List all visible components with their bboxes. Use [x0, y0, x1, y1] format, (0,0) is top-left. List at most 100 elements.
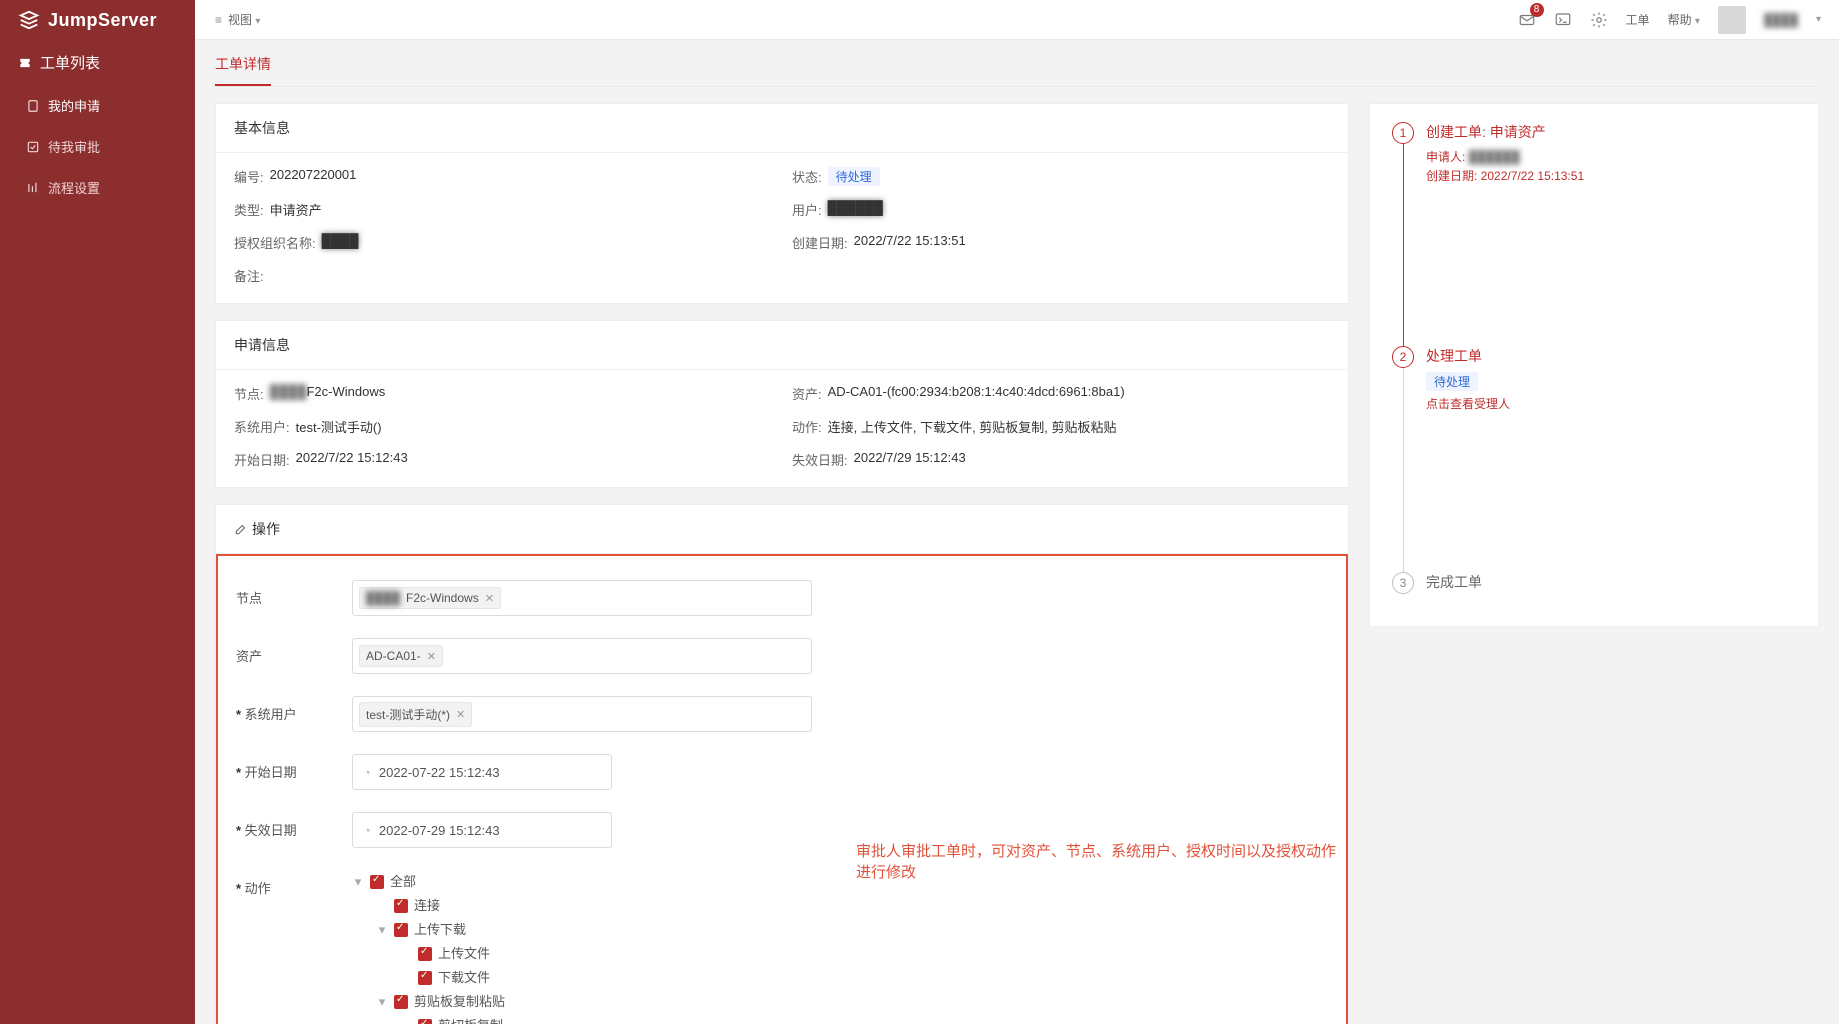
action-tree: ▾全部 连接 ▾上传下载 上传文件 下载文件 — [352, 870, 812, 1024]
expire-date-input[interactable]: ◔ 2022-07-29 15:12:43 — [352, 812, 612, 848]
value-asset: AD-CA01-(fc00:2934:b208:1:4c40:4dcd:6961… — [828, 384, 1125, 403]
label-node: 节点: — [234, 384, 264, 403]
form-label-asset: 资产 — [236, 638, 352, 665]
timeline-connector — [1403, 368, 1404, 574]
step-marker: 2 — [1392, 346, 1414, 368]
step-title: 创建工单: 申请资产 — [1426, 122, 1584, 142]
sidebar-item-label: 我的申请 — [48, 96, 100, 115]
view-switch[interactable]: 视图 ▾ — [228, 11, 260, 28]
tree-label-updown: 上传下载 — [414, 918, 466, 942]
caret-icon[interactable]: ▾ — [352, 870, 364, 894]
label-expire: 失效日期: — [792, 450, 848, 469]
sidebar: JumpServer 工单列表 我的申请 待我审批 流程设置 — [0, 0, 195, 1024]
webterminal-icon[interactable] — [1554, 11, 1572, 29]
panel-title: 基本信息 — [216, 104, 1348, 153]
sidebar-item-pending-approve[interactable]: 待我审批 — [0, 126, 195, 167]
checkbox-all[interactable] — [370, 875, 384, 889]
mail-icon[interactable]: 8 — [1518, 11, 1536, 29]
value-expire: 2022/7/29 15:12:43 — [854, 450, 966, 469]
caret-icon[interactable]: ▾ — [376, 990, 388, 1014]
tab-ticket-detail[interactable]: 工单详情 — [215, 54, 271, 86]
value-org: ████ — [322, 233, 359, 252]
mail-badge: 8 — [1530, 3, 1544, 17]
form-label-node: 节点 — [236, 580, 352, 607]
form-label-expire: 失效日期 — [236, 812, 352, 839]
chevron-down-icon: ▾ — [1695, 16, 1700, 27]
asset-select[interactable]: AD-CA01-✕ — [352, 638, 812, 674]
topbar-ticket-link[interactable]: 工单 — [1626, 11, 1650, 28]
caret-icon[interactable]: ▾ — [376, 918, 388, 942]
gear-icon[interactable] — [1590, 11, 1608, 29]
panel-title: 申请信息 — [216, 321, 1348, 370]
form-label-action: 动作 — [236, 870, 352, 897]
checkbox-download[interactable] — [418, 971, 432, 985]
timeline-step-3: 3 完成工单 — [1392, 572, 1796, 598]
node-select[interactable]: ████F2c-Windows✕ — [352, 580, 812, 616]
chip-node: ████F2c-Windows✕ — [359, 587, 501, 609]
timeline-step-1: 1 创建工单: 申请资产 申请人: ██████ 创建日期: 2022/7/22… — [1392, 122, 1796, 346]
label-org: 授权组织名称: — [234, 233, 316, 252]
tree-label-connect: 连接 — [414, 894, 440, 918]
sidebar-section-header: 工单列表 — [0, 40, 195, 85]
topbar: ≡ 视图 ▾ 8 工单 帮助 ▾ ████ ▾ — [195, 0, 1839, 40]
brand-text: JumpServer — [48, 10, 157, 31]
start-date-value: 2022-07-22 15:12:43 — [379, 765, 500, 780]
label-action: 动作: — [792, 417, 822, 436]
value-status: 待处理 — [828, 167, 880, 186]
sidebar-item-flow-settings[interactable]: 流程设置 — [0, 167, 195, 208]
value-number: 202207220001 — [270, 167, 357, 186]
tree-label-all: 全部 — [390, 870, 416, 894]
step-status-tag: 待处理 — [1426, 372, 1478, 391]
sysuser-select[interactable]: test-测试手动(*)✕ — [352, 696, 812, 732]
ops-highlight-box: 节点 ████F2c-Windows✕ 资产 AD-CA01-✕ 系统用户 te… — [216, 554, 1348, 1024]
sidebar-item-label: 待我审批 — [48, 137, 100, 156]
clock-icon: ◔ — [363, 823, 371, 838]
value-node: ████F2c-Windows — [270, 384, 386, 403]
topbar-help[interactable]: 帮助 ▾ — [1668, 11, 1700, 28]
value-sysuser: test-测试手动() — [296, 417, 382, 436]
checkbox-clip[interactable] — [394, 995, 408, 1009]
checkbox-upload[interactable] — [418, 947, 432, 961]
tree-label-clip-copy: 剪切板复制 — [438, 1014, 503, 1024]
panel-ops: 操作 节点 ████F2c-Windows✕ 资产 AD-CA01-✕ — [215, 504, 1349, 1024]
chip-remove-icon[interactable]: ✕ — [485, 592, 494, 605]
ticket-icon — [18, 56, 32, 70]
label-number: 编号: — [234, 167, 264, 186]
value-created: 2022/7/22 15:13:51 — [854, 233, 966, 252]
username[interactable]: ████ — [1764, 13, 1798, 27]
step-created: 创建日期: 2022/7/22 15:13:51 — [1426, 167, 1584, 184]
step-marker: 1 — [1392, 122, 1414, 144]
checkbox-clip-copy[interactable] — [418, 1019, 432, 1024]
avatar[interactable] — [1718, 6, 1746, 34]
clock-icon: ◔ — [363, 765, 371, 780]
value-user: ██████ — [828, 200, 883, 219]
edit-icon — [234, 522, 248, 536]
chevron-down-icon: ▾ — [255, 16, 260, 27]
panel-basic-info: 基本信息 编号:202207220001 状态:待处理 类型:申请资产 用户:█… — [215, 103, 1349, 304]
timeline-connector — [1403, 144, 1404, 348]
logo-icon — [18, 9, 40, 31]
sidebar-item-my-apply[interactable]: 我的申请 — [0, 85, 195, 126]
flow-icon — [26, 181, 40, 195]
hamburger-icon[interactable]: ≡ — [215, 13, 220, 27]
expire-date-value: 2022-07-29 15:12:43 — [379, 823, 500, 838]
chip-remove-icon[interactable]: ✕ — [456, 708, 465, 721]
start-date-input[interactable]: ◔ 2022-07-22 15:12:43 — [352, 754, 612, 790]
step-applicant: 申请人: ██████ — [1426, 148, 1584, 165]
chip-remove-icon[interactable]: ✕ — [427, 650, 436, 663]
label-sysuser: 系统用户: — [234, 417, 290, 436]
checkbox-connect[interactable] — [394, 899, 408, 913]
timeline-step-2: 2 处理工单 待处理 点击查看受理人 — [1392, 346, 1796, 572]
annotation-text: 审批人审批工单时，可对资产、节点、系统用户、授权时间以及授权动作进行修改 — [856, 840, 1348, 882]
step-assignees-link[interactable]: 点击查看受理人 — [1426, 395, 1510, 412]
label-status: 状态: — [792, 167, 822, 186]
panel-title: 操作 — [216, 505, 1348, 554]
sidebar-item-label: 流程设置 — [48, 178, 100, 197]
chevron-down-icon[interactable]: ▾ — [1816, 14, 1821, 25]
panel-timeline: 1 创建工单: 申请资产 申请人: ██████ 创建日期: 2022/7/22… — [1369, 103, 1819, 627]
checkbox-updown[interactable] — [394, 923, 408, 937]
label-created: 创建日期: — [792, 233, 848, 252]
value-start: 2022/7/22 15:12:43 — [296, 450, 408, 469]
check-icon — [26, 140, 40, 154]
step-title: 完成工单 — [1426, 572, 1482, 592]
